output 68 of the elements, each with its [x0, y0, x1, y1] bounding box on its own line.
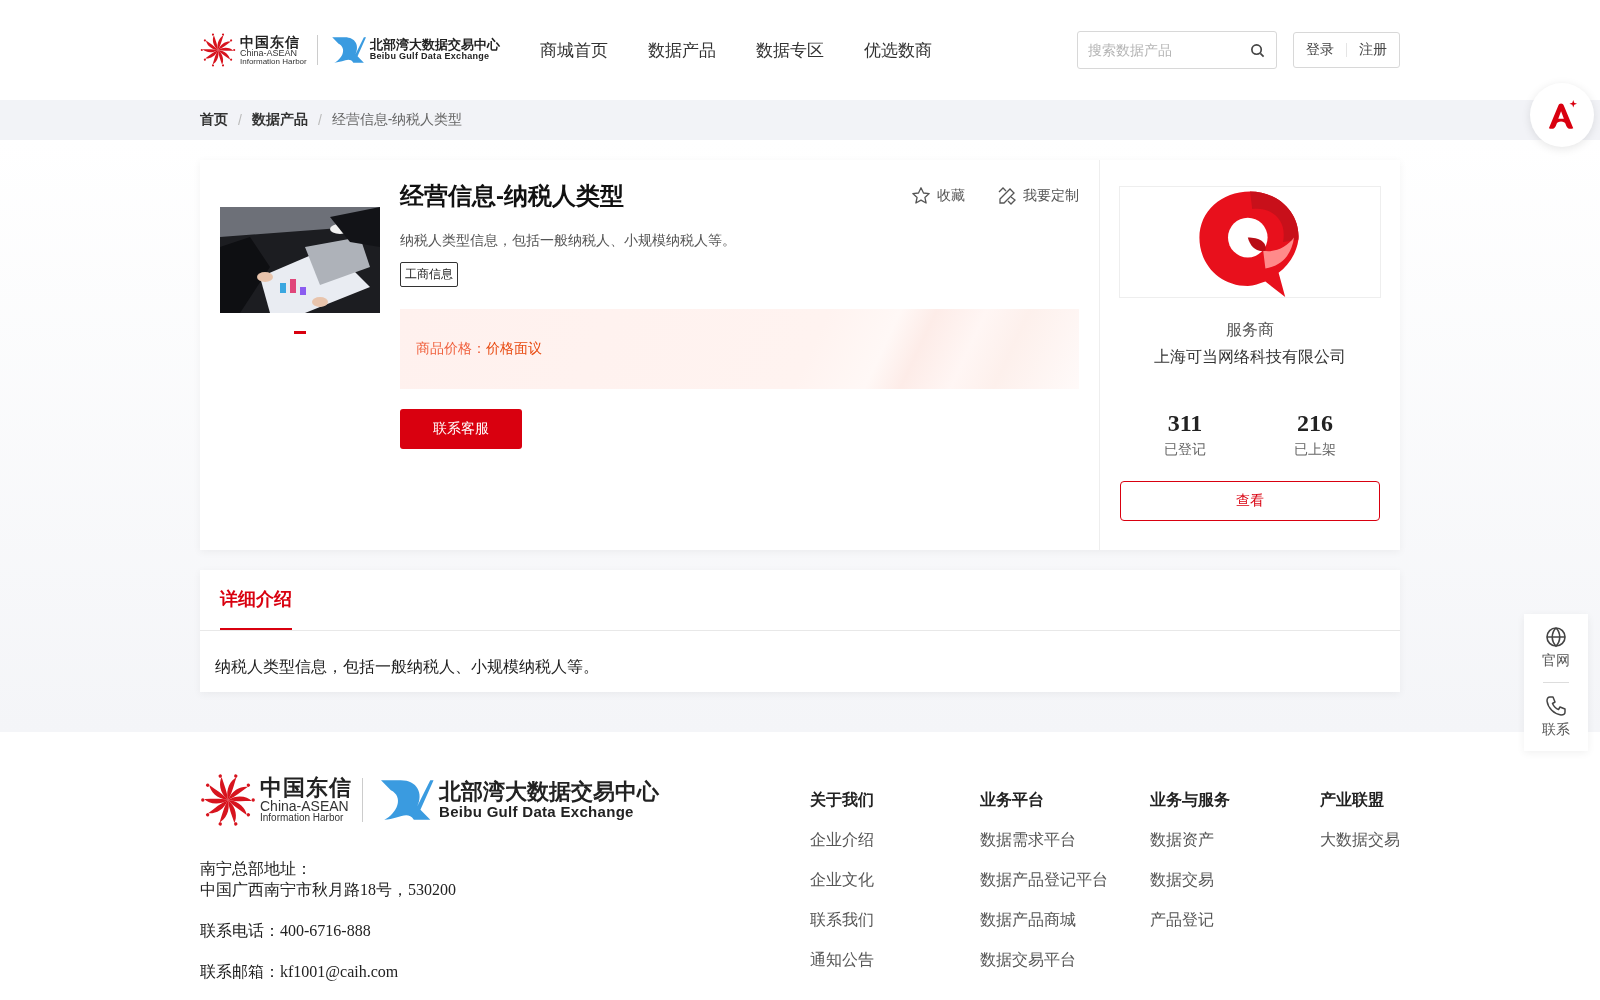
pencil-ruler-icon: [997, 186, 1017, 206]
view-button[interactable]: 查看: [1120, 481, 1380, 521]
nav-link[interactable]: 优选数商: [863, 38, 932, 62]
footer-link[interactable]: 产品登记: [1150, 910, 1320, 931]
footer-link[interactable]: 数据资产: [1150, 830, 1320, 851]
nav-link[interactable]: 商城首页: [539, 38, 608, 62]
price-label: 商品价格：: [416, 340, 486, 358]
phone-text: 联系电话：400-6716-888: [200, 921, 372, 941]
footer-link[interactable]: 数据产品登记平台: [980, 870, 1150, 891]
footer-column-title: 业务平台: [980, 790, 1045, 810]
stat-value: 216: [1297, 410, 1333, 437]
exchange-name: 北部湾大数据交易中心: [439, 779, 659, 804]
brand-name: 中国东信: [260, 777, 352, 799]
footer-link[interactable]: 数据交易平台: [980, 950, 1150, 971]
price-value: 价格面议: [486, 340, 542, 358]
phone-icon: [1545, 695, 1567, 717]
action-link[interactable]: 我要定制: [997, 186, 1079, 206]
brand-subtitle: Information Harbor: [260, 813, 345, 823]
nav-link[interactable]: 数据专区: [755, 38, 824, 62]
breadcrumb-separator: /: [317, 112, 322, 128]
flower-logo-icon: [200, 32, 236, 68]
stat-value: 311: [1167, 410, 1203, 437]
star-icon: [911, 186, 931, 206]
footer-link[interactable]: 通知公告: [810, 950, 980, 971]
category-tag: 工商信息: [400, 262, 458, 287]
brand-name: 中国东信: [240, 34, 301, 49]
contact-service-button[interactable]: 联系客服: [400, 409, 522, 449]
footer-link[interactable]: 企业介绍: [810, 830, 980, 851]
email-text: 联系邮箱：kf1001@caih.com: [200, 962, 400, 982]
address-label: 南宁总部地址：: [200, 859, 313, 879]
product-description: 纳税人类型信息，包括一般纳税人、小规模纳税人等。: [400, 232, 736, 250]
brand-english-name: China-ASEAN: [240, 48, 298, 58]
breadcrumb-separator: /: [238, 112, 242, 128]
footer-link[interactable]: 数据需求平台: [980, 830, 1150, 851]
search-field[interactable]: 搜索数据产品: [1077, 31, 1277, 69]
side-panel-link[interactable]: 联系: [1542, 695, 1570, 739]
brand-english-name: China-ASEAN: [260, 799, 349, 813]
brand-subtitle: Information Harbor: [240, 57, 307, 66]
breadcrumb-link[interactable]: 首页: [200, 111, 228, 129]
exchange-english-name: Beibu Gulf Data Exchange: [439, 803, 635, 821]
exchange-english-name: Beibu Gulf Data Exchange: [369, 52, 491, 63]
address-text: 中国广西南宁市秋月路18号，530200: [200, 880, 457, 900]
detail-tab[interactable]: 详细介绍: [220, 570, 292, 630]
stat-label: 已上架: [1294, 441, 1336, 459]
auth-link[interactable]: 注册: [1359, 41, 1387, 59]
search-icon[interactable]: [1250, 43, 1265, 58]
footer-column-title: 业务与服务: [1150, 790, 1231, 810]
globe-icon: [1545, 626, 1567, 648]
side-panel-link[interactable]: 官网: [1542, 626, 1570, 670]
footer-link[interactable]: 数据交易: [1150, 870, 1320, 891]
vendor-role: 服务商: [1226, 320, 1274, 340]
flower-logo-icon: [200, 772, 256, 828]
footer-link[interactable]: 企业文化: [810, 870, 980, 891]
breadcrumb-current-page: 经营信息-纳税人类型: [331, 111, 463, 129]
footer-link[interactable]: 联系我们: [810, 910, 980, 931]
breadcrumb-link[interactable]: 数据产品: [251, 111, 308, 129]
stat-label: 已登记: [1164, 441, 1206, 459]
vendor-name: 上海可当网络科技有限公司: [1154, 347, 1346, 367]
footer-link[interactable]: 大数据交易: [1320, 830, 1400, 851]
auth-link[interactable]: 登录: [1306, 41, 1334, 59]
footer-link[interactable]: 数据产品商城: [980, 910, 1150, 931]
nav-link[interactable]: 数据产品: [647, 38, 716, 62]
footer-column-title: 产业联盟: [1320, 790, 1385, 810]
action-link[interactable]: 收藏: [911, 186, 965, 206]
footer-column-title: 关于我们: [810, 790, 875, 810]
product-title: 经营信息-纳税人类型: [400, 181, 624, 211]
detail-text: 纳税人类型信息，包括一般纳税人、小规模纳税人等。: [214, 657, 600, 677]
exchange-name: 北部湾大数据交易中心: [369, 37, 500, 52]
